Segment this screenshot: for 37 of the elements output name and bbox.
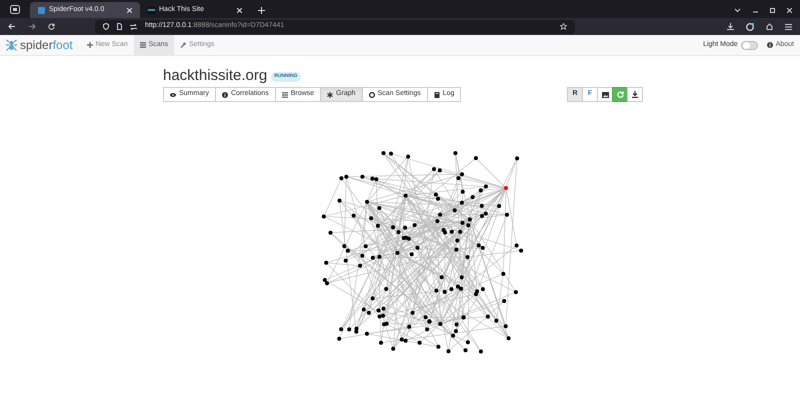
account-icon[interactable] — [746, 22, 754, 30]
chevron-down-icon[interactable] — [734, 8, 741, 12]
image-button[interactable] — [597, 87, 613, 102]
close-tab-icon[interactable] — [127, 8, 132, 12]
download-icon — [632, 91, 638, 98]
book-icon — [434, 92, 440, 98]
info-icon[interactable] — [766, 42, 773, 48]
page-icon — [117, 23, 122, 30]
download-icon[interactable] — [727, 23, 734, 30]
network-graph-drawing[interactable] — [321, 151, 523, 354]
spider-logo-icon[interactable] — [6, 39, 17, 51]
spider-favicon-icon — [38, 6, 45, 14]
asterisk-icon — [327, 92, 334, 98]
site-favicon-icon — [148, 6, 155, 14]
back-icon[interactable] — [8, 23, 16, 30]
tab-overview-icon[interactable] — [10, 4, 20, 14]
image-icon — [602, 92, 608, 98]
list-icon — [140, 42, 146, 48]
permissions-icon — [130, 24, 137, 30]
reload-icon[interactable] — [48, 23, 55, 30]
new-tab-icon[interactable] — [258, 6, 265, 14]
light-mode-toggle[interactable] — [740, 40, 758, 50]
menu-icon[interactable] — [785, 24, 792, 30]
list-icon — [282, 92, 288, 98]
scan-title: hackthissite.org — [163, 68, 268, 84]
refresh-icon — [616, 91, 624, 98]
download-button[interactable] — [627, 87, 643, 102]
eye-icon — [170, 92, 176, 98]
forward-icon[interactable] — [28, 23, 36, 30]
plus-icon — [86, 42, 93, 48]
maximize-icon[interactable] — [770, 8, 775, 12]
info-icon — [222, 92, 228, 98]
close-icon[interactable] — [787, 8, 792, 12]
close-tab-icon[interactable] — [237, 8, 242, 12]
star-icon[interactable] — [560, 23, 567, 30]
brand-name[interactable]: spiderfoot — [20, 39, 73, 51]
shield-icon — [103, 23, 109, 30]
